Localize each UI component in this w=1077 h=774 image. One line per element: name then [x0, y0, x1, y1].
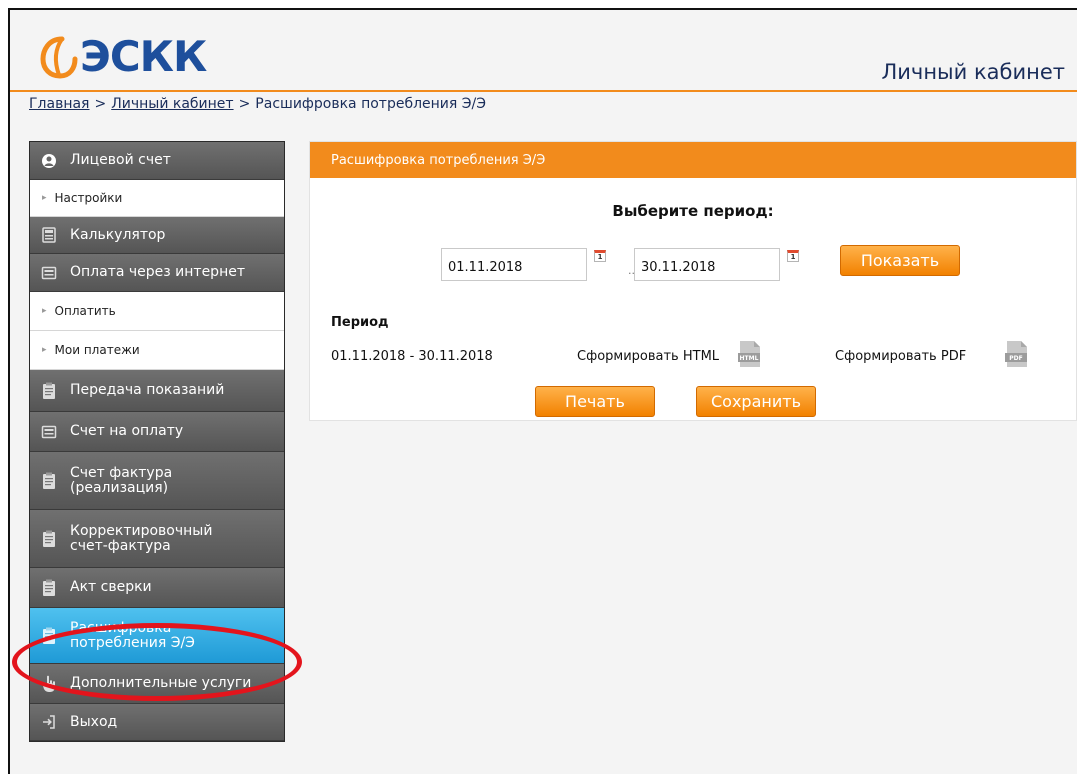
breadcrumb-cabinet-link[interactable]: Личный кабинет: [111, 96, 233, 112]
sidebar-item-invoice[interactable]: Счет на оплату: [30, 412, 284, 452]
sidebar-item-meter-readings[interactable]: Передача показаний: [30, 370, 284, 412]
period-label: Период: [331, 315, 389, 330]
sidebar-item-personal-account[interactable]: Лицевой счет: [30, 142, 284, 180]
sidebar-item-invoice-factura[interactable]: Счет фактура (реализация): [30, 452, 284, 510]
sidebar-item-label: Выход: [70, 713, 118, 730]
sidebar-item-label: Мои платежи: [54, 343, 140, 357]
logo-text: ЭСКК: [80, 32, 207, 81]
document-icon: [40, 627, 58, 645]
sidebar-menu: Лицевой счет ▸ Настройки Калькулятор Опл…: [29, 141, 285, 742]
sidebar-subitem-pay[interactable]: ▸ Оплатить: [30, 292, 284, 331]
document-icon: [40, 530, 58, 548]
card-icon: [40, 423, 58, 441]
header-divider: [10, 90, 1077, 92]
sidebar-item-additional-services[interactable]: Дополнительные услуги: [30, 664, 284, 704]
date-from-input[interactable]: [441, 248, 587, 281]
browser-frame: ЭСКК Личный кабинет Главная > Личный кабин…: [8, 8, 1077, 774]
show-button[interactable]: Показать: [840, 245, 960, 276]
user-circle-icon: [40, 152, 58, 170]
sidebar-item-label: Оплата через интернет: [70, 264, 245, 280]
sidebar-item-label: Корректировочный счет-фактура: [70, 522, 213, 554]
consumption-panel: Расшифровка потребления Э/Э Выберите пер…: [309, 141, 1077, 421]
cabinet-title: Личный кабинет: [881, 60, 1065, 84]
calendar-icon[interactable]: 1: [594, 250, 606, 262]
sidebar-item-label: Расшифровка потребления Э/Э: [70, 619, 195, 651]
date-to-input[interactable]: [634, 248, 780, 281]
calendar-icon[interactable]: 1: [787, 250, 799, 262]
sidebar-item-consumption-breakdown[interactable]: Расшифровка потребления Э/Э: [30, 608, 284, 664]
pdf-badge-text: PDF: [1009, 355, 1022, 362]
panel-title: Расшифровка потребления Э/Э: [310, 142, 1076, 178]
generate-html-link[interactable]: Сформировать HTML: [577, 349, 719, 364]
arrow-right-icon: ▸: [42, 193, 47, 203]
sidebar-item-corrective-invoice[interactable]: Корректировочный счет-фактура: [30, 510, 284, 568]
html-file-icon[interactable]: HTML: [738, 340, 762, 368]
sidebar-item-reconciliation[interactable]: Акт сверки: [30, 568, 284, 608]
period-value: 01.11.2018 - 30.11.2018: [331, 349, 493, 364]
print-button[interactable]: Печать: [535, 386, 655, 417]
sidebar-item-label: Дополнительные услуги: [70, 675, 252, 691]
sidebar-item-label: Счет на оплату: [70, 423, 184, 439]
escc-logo[interactable]: ЭСКК: [40, 32, 207, 82]
choose-period-heading: Выберите период:: [612, 202, 774, 220]
sidebar-item-label: Оплатить: [54, 304, 116, 318]
sidebar-item-label: Калькулятор: [70, 226, 166, 243]
site-header: ЭСКК Личный кабинет: [10, 10, 1077, 92]
sidebar-item-label: Счет фактура (реализация): [70, 464, 173, 496]
generate-pdf-link[interactable]: Сформировать PDF: [835, 349, 966, 364]
calculator-icon: [40, 226, 58, 244]
sidebar-item-online-payment[interactable]: Оплата через интернет: [30, 254, 284, 292]
pdf-file-icon[interactable]: PDF: [1005, 340, 1029, 368]
breadcrumb: Главная > Личный кабинет > Расшифровка потре…: [29, 96, 486, 112]
sidebar-item-label: Настройки: [54, 191, 123, 205]
breadcrumb-separator: >: [238, 96, 251, 112]
save-button[interactable]: Сохранить: [696, 386, 816, 417]
breadcrumb-separator: >: [94, 96, 107, 112]
card-icon: [40, 264, 58, 282]
sidebar-subitem-my-payments[interactable]: ▸ Мои платежи: [30, 331, 284, 370]
logo-mark-icon: [40, 36, 78, 79]
hand-pointer-icon: [40, 675, 58, 693]
arrow-right-icon: ▸: [42, 306, 47, 316]
sidebar-item-label: Лицевой счет: [70, 152, 171, 168]
sidebar-item-label: Передача показаний: [70, 382, 225, 398]
document-icon: [40, 472, 58, 490]
sidebar-item-label: Акт сверки: [70, 579, 152, 595]
sidebar-item-exit[interactable]: Выход: [30, 704, 284, 741]
clipboard-icon: [40, 382, 58, 400]
breadcrumb-current: Расшифровка потребления Э/Э: [255, 96, 487, 112]
exit-icon: [40, 713, 58, 731]
breadcrumb-home-link[interactable]: Главная: [29, 96, 89, 112]
sidebar-subitem-settings[interactable]: ▸ Настройки: [30, 180, 284, 217]
sidebar-item-calculator[interactable]: Калькулятор: [30, 217, 284, 254]
document-icon: [40, 579, 58, 597]
html-badge-text: HTML: [740, 355, 759, 362]
arrow-right-icon: ▸: [42, 345, 47, 355]
